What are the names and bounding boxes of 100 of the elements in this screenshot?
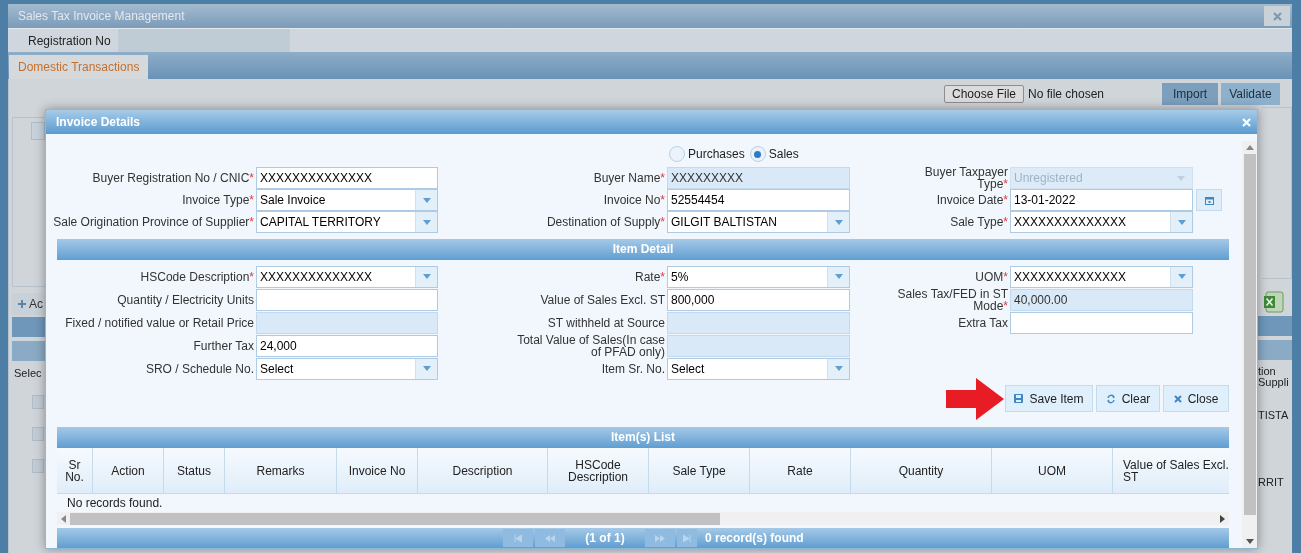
table-cell-text: TISTA xyxy=(1258,408,1290,423)
field-label: Buyer Name* xyxy=(592,172,666,184)
close-button[interactable] xyxy=(1264,6,1290,26)
dialog-button[interactable]: Close xyxy=(1163,385,1229,412)
input-field[interactable] xyxy=(667,334,850,357)
column-header[interactable]: Sale Type xyxy=(649,448,750,494)
first-page-icon xyxy=(514,534,522,542)
column-header[interactable]: Invoice No xyxy=(337,448,418,494)
toolbar-button[interactable]: Validate xyxy=(1221,83,1280,105)
window-title: Sales Tax Invoice Management xyxy=(17,8,185,25)
column-header: tion xyxy=(1258,366,1277,377)
close-icon[interactable] xyxy=(1242,117,1251,127)
page-indicator: (1 of 1) xyxy=(584,530,626,547)
row-button[interactable] xyxy=(32,395,44,409)
record-count: 0 record(s) found xyxy=(705,530,804,547)
next-page-button[interactable] xyxy=(645,529,675,547)
caret-icon xyxy=(1177,219,1186,225)
row-button[interactable] xyxy=(32,459,44,473)
input-field[interactable]: 24,000 xyxy=(256,334,438,357)
calendar-button[interactable] xyxy=(1196,189,1222,211)
input-field[interactable]: 52554454 xyxy=(667,189,850,211)
vertical-scrollbar[interactable] xyxy=(1242,141,1257,548)
radio-label[interactable]: Sales xyxy=(768,145,799,163)
field-label: Rate* xyxy=(633,270,666,283)
toolbar-button[interactable]: Import xyxy=(1162,83,1218,105)
field-label: Invoice Date* xyxy=(935,194,1009,206)
column-header[interactable]: Value of Sales Excl. ST xyxy=(1113,448,1229,494)
scroll-left-icon[interactable] xyxy=(61,514,66,523)
field-label: UOM* xyxy=(974,270,1009,283)
refresh-icon xyxy=(1105,393,1116,404)
radio-label[interactable]: Purchases xyxy=(688,145,745,163)
save-icon xyxy=(1014,394,1024,403)
field-label: SRO / Schedule No. xyxy=(144,362,255,375)
input-field[interactable]: 800,000 xyxy=(667,288,850,311)
column-header[interactable]: Rate xyxy=(750,448,851,494)
dropdown[interactable]: Select xyxy=(256,357,438,380)
registration-field[interactable] xyxy=(118,29,290,52)
caret-icon xyxy=(834,274,843,279)
field-label: Value of Sales Excl. ST xyxy=(539,293,666,306)
last-page-button[interactable] xyxy=(677,529,697,547)
caret-icon xyxy=(834,366,843,371)
dropdown[interactable]: GILGIT BALTISTAN xyxy=(667,211,850,233)
row-button[interactable] xyxy=(32,427,44,441)
field-label: Further Tax xyxy=(192,339,255,352)
section-header: Item Detail xyxy=(57,239,1229,260)
next-page-icon xyxy=(655,534,665,542)
spreadsheet-icon[interactable] xyxy=(1264,291,1284,313)
previous-page-button[interactable] xyxy=(535,529,565,547)
radio-button[interactable] xyxy=(749,146,766,162)
caret-icon xyxy=(422,366,431,371)
field-label: Extra Tax xyxy=(957,316,1009,329)
column-header[interactable]: Status xyxy=(164,448,225,494)
file-status: No file chosen xyxy=(1028,86,1106,103)
input-field[interactable] xyxy=(1010,311,1193,334)
collapse-button[interactable] xyxy=(31,122,45,140)
field-label: Total Value of Sales(In case of PFAD only) xyxy=(516,333,666,358)
dropdown[interactable]: XXXXXXXXXXXXXX xyxy=(256,265,438,288)
input-field[interactable] xyxy=(256,288,438,311)
field-label: Sale Origination Province of Supplier* xyxy=(52,216,255,228)
caret-icon xyxy=(1177,175,1185,181)
column-header[interactable]: UOM xyxy=(992,448,1113,494)
input-field[interactable]: 13-01-2022 xyxy=(1010,189,1193,211)
table-cell-text: RRIT xyxy=(1258,474,1285,490)
field-label: Sales Tax/FED in ST Mode* xyxy=(896,287,1009,312)
column-header[interactable]: Action xyxy=(93,448,164,494)
caret-icon xyxy=(422,197,431,203)
scroll-right-icon[interactable] xyxy=(1220,514,1225,523)
caret-icon xyxy=(1177,274,1186,279)
input-field[interactable]: XXXXXXXXX xyxy=(667,167,850,189)
first-page-button[interactable] xyxy=(503,529,533,547)
input-field[interactable] xyxy=(667,311,850,334)
input-field[interactable] xyxy=(256,311,438,334)
column-header[interactable]: HSCode Description xyxy=(548,448,649,494)
radio-button[interactable] xyxy=(669,146,685,162)
dropdown[interactable]: XXXXXXXXXXXXXX xyxy=(1010,211,1193,233)
scroll-up-icon[interactable] xyxy=(1245,145,1254,150)
plus-icon xyxy=(18,300,26,308)
dialog-button[interactable]: Save Item xyxy=(1005,385,1093,412)
horizontal-scrollbar[interactable] xyxy=(57,512,1229,525)
field-label: Destination of Supply* xyxy=(545,216,666,228)
dropdown[interactable]: Sale Invoice xyxy=(256,189,438,211)
column-header[interactable]: Remarks xyxy=(225,448,337,494)
scroll-down-icon[interactable] xyxy=(1245,539,1254,544)
input-field[interactable]: 40,000.00 xyxy=(1010,288,1193,311)
choose-file-button[interactable]: Choose File xyxy=(943,85,1024,103)
column-header[interactable]: Description xyxy=(418,448,548,494)
column-header[interactable]: Quantity xyxy=(851,448,992,494)
grid-header-bar xyxy=(1258,316,1292,336)
dropdown[interactable]: CAPITAL TERRITORY xyxy=(256,211,438,233)
calendar-icon xyxy=(1204,195,1214,205)
dropdown[interactable]: XXXXXXXXXXXXXX xyxy=(1010,265,1193,288)
input-field[interactable]: XXXXXXXXXXXXXX xyxy=(256,167,438,189)
column-header[interactable]: Sr No. xyxy=(57,448,93,494)
grid-header-bar xyxy=(12,317,46,337)
field-label: HSCode Description* xyxy=(139,270,255,283)
dropdown[interactable]: 5% xyxy=(667,265,850,288)
dropdown[interactable]: Select xyxy=(667,357,850,380)
dialog-button[interactable]: Clear xyxy=(1096,385,1160,412)
last-page-icon xyxy=(683,534,691,542)
column-header: Suppli xyxy=(1258,377,1290,388)
